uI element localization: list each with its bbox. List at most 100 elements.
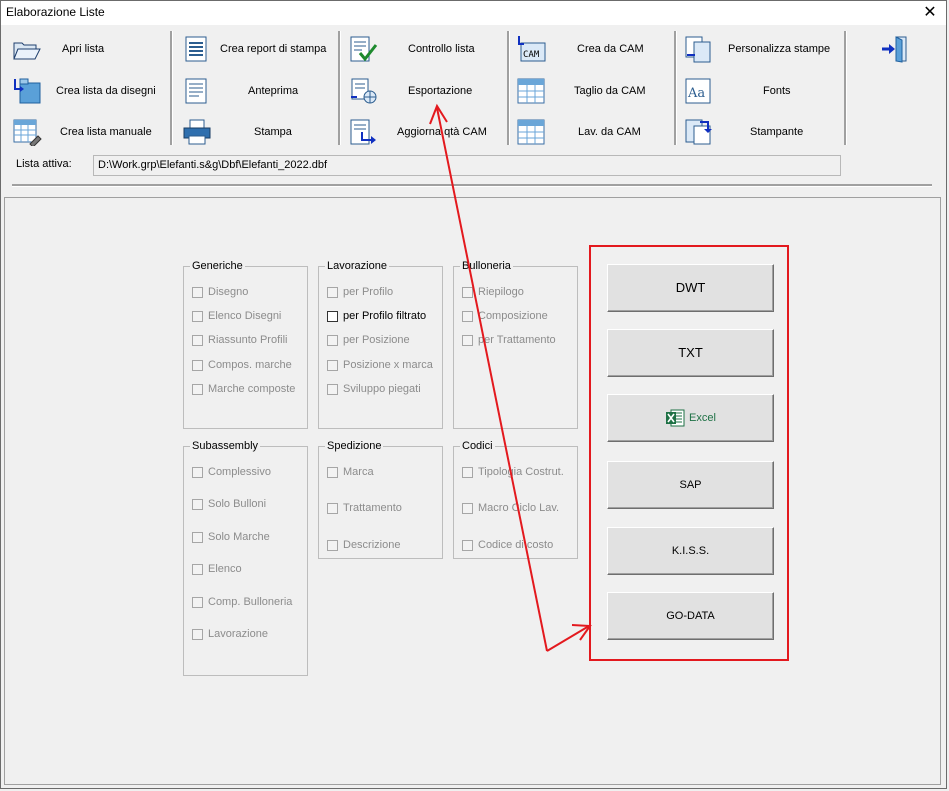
- checkbox-box[interactable]: [462, 539, 473, 551]
- checkbox-solo-marche[interactable]: Solo Marche: [192, 531, 270, 545]
- checkbox-box[interactable]: [462, 466, 473, 478]
- checkbox-marche-composte[interactable]: Marche composte: [192, 383, 295, 397]
- checkbox-per-trattamento[interactable]: per Trattamento: [462, 334, 556, 348]
- lav-da-cam-label: Lav. da CAM: [578, 126, 641, 138]
- checkbox-box[interactable]: [327, 383, 338, 395]
- txt-button[interactable]: TXT: [607, 329, 774, 377]
- group-title: Generiche: [190, 260, 245, 272]
- crea-lista-da-disegni-button[interactable]: Crea lista da disegni: [4, 73, 164, 109]
- checkbox-label: per Profilo: [343, 286, 394, 298]
- checkbox-box[interactable]: [462, 334, 473, 346]
- checkbox-riassunto-profili[interactable]: Riassunto Profili: [192, 334, 287, 348]
- stampante-button[interactable]: Stampante: [676, 114, 841, 150]
- group-lavorazione: Lavorazione per Profilo per Profilo filt…: [318, 260, 443, 429]
- group-spedizione: Spedizione Marca Trattamento Descrizione: [318, 440, 443, 559]
- checkbox-per-profilo[interactable]: per Profilo: [327, 286, 393, 300]
- stampa-button[interactable]: Stampa: [174, 114, 334, 150]
- taglio-da-cam-button[interactable]: Taglio da CAM: [508, 73, 673, 109]
- checkbox-label: Lavorazione: [208, 628, 268, 640]
- printer-icon: [183, 119, 211, 145]
- checkbox-box[interactable]: [192, 383, 203, 395]
- sap-button[interactable]: SAP: [607, 461, 774, 509]
- personalizza-stampe-label: Personalizza stampe: [728, 43, 831, 55]
- checkbox-box[interactable]: [192, 334, 203, 346]
- checkbox-per-posizione[interactable]: per Posizione: [327, 334, 410, 348]
- checkbox-riepilogo[interactable]: Riepilogo: [462, 286, 524, 300]
- checkbox-lavorazione[interactable]: Lavorazione: [192, 628, 268, 642]
- checkbox-box[interactable]: [192, 286, 203, 298]
- checkbox-compos-marche[interactable]: Compos. marche: [192, 359, 292, 373]
- checkbox-posizione-x-marca[interactable]: Posizione x marca: [327, 359, 433, 373]
- checkbox-box[interactable]: [192, 498, 203, 510]
- fonts-button[interactable]: Aa Fonts: [676, 73, 841, 109]
- checkbox-box[interactable]: [327, 286, 338, 298]
- controllo-lista-button[interactable]: Controllo lista: [340, 31, 505, 67]
- checkbox-box[interactable]: [327, 502, 338, 514]
- checkbox-box[interactable]: [192, 310, 203, 322]
- apri-lista-label: Apri lista: [62, 43, 105, 55]
- crea-lista-manuale-button[interactable]: Crea lista manuale: [4, 114, 164, 150]
- checkbox-box[interactable]: [192, 563, 203, 575]
- excel-label: Excel: [689, 412, 716, 425]
- grid-pencil-icon: [13, 119, 42, 146]
- checkbox-elenco[interactable]: Elenco: [192, 563, 242, 577]
- fonts-label: Fonts: [763, 85, 791, 97]
- checkbox-label: Trattamento: [343, 502, 402, 514]
- crea-report-di-stampa-button[interactable]: Crea report di stampa: [174, 31, 334, 67]
- dwt-button[interactable]: DWT: [607, 264, 774, 312]
- report-list-icon: [185, 36, 207, 62]
- checkbox-box[interactable]: [192, 359, 203, 371]
- checkbox-elenco-disegni[interactable]: Elenco Disegni: [192, 310, 281, 324]
- checkbox-per-profilo-filtrato[interactable]: per Profilo filtrato: [327, 310, 426, 324]
- group-title: Bulloneria: [460, 260, 513, 272]
- personalizza-stampe-button[interactable]: Personalizza stampe: [676, 31, 841, 67]
- checkbox-marca[interactable]: Marca: [327, 466, 374, 480]
- checkbox-box[interactable]: [462, 310, 473, 322]
- aggiorna-qta-cam-button[interactable]: Aggiorna qtà CAM: [340, 114, 505, 150]
- checkbox-trattamento[interactable]: Trattamento: [327, 502, 402, 516]
- checkbox-box[interactable]: [327, 334, 338, 346]
- checkbox-tipologia-costrut[interactable]: Tipologia Costrut.: [462, 466, 564, 480]
- checkbox-macro-ciclo-lav[interactable]: Macro Ciclo Lav.: [462, 502, 559, 516]
- printer-arrow-icon: [685, 119, 712, 145]
- checkbox-solo-bulloni[interactable]: Solo Bulloni: [192, 498, 266, 512]
- checkbox-descrizione[interactable]: Descrizione: [327, 539, 400, 553]
- exit-door-icon: [882, 36, 907, 63]
- checkbox-composizione[interactable]: Composizione: [462, 310, 548, 324]
- checkbox-box[interactable]: [327, 466, 338, 478]
- checkbox-sviluppo-piegati[interactable]: Sviluppo piegati: [327, 383, 421, 397]
- checkbox-comp-bulloneria[interactable]: Comp. Bulloneria: [192, 596, 292, 610]
- checkbox-box[interactable]: [462, 286, 473, 298]
- checkbox-label: per Profilo filtrato: [343, 310, 427, 322]
- checkbox-box[interactable]: [327, 310, 338, 322]
- lista-attiva-field[interactable]: D:\Work.grp\Elefanti.s&g\Dbf\Elefanti_20…: [93, 155, 841, 176]
- checkbox-label: Marca: [343, 466, 374, 478]
- crea-da-cam-button[interactable]: CAM Crea da CAM: [508, 31, 673, 67]
- checkbox-box[interactable]: [192, 531, 203, 543]
- kiss-button[interactable]: K.I.S.S.: [607, 527, 774, 575]
- lav-da-cam-button[interactable]: Lav. da CAM: [508, 114, 673, 150]
- checkbox-box[interactable]: [192, 466, 203, 478]
- checkbox-label: Complessivo: [208, 466, 271, 478]
- go-data-button[interactable]: GO-DATA: [607, 592, 774, 640]
- close-button[interactable]: ✕: [915, 2, 945, 24]
- checkbox-box[interactable]: [327, 359, 338, 371]
- folder-arrow-icon: [14, 78, 41, 104]
- anteprima-button[interactable]: Anteprima: [174, 73, 334, 109]
- checkbox-box[interactable]: [327, 539, 338, 551]
- group-subassembly: Subassembly Complessivo Solo Bulloni Sol…: [183, 440, 308, 676]
- checkbox-box[interactable]: [192, 628, 203, 640]
- controllo-lista-label: Controllo lista: [408, 43, 475, 55]
- checkbox-codice-di-costo[interactable]: Codice di costo: [462, 539, 553, 553]
- apri-lista-button[interactable]: Apri lista: [4, 31, 164, 67]
- exit-button[interactable]: [872, 31, 916, 67]
- group-codici: Codici Tipologia Costrut. Macro Ciclo La…: [453, 440, 578, 559]
- checkbox-box[interactable]: [192, 596, 203, 608]
- checkbox-complessivo[interactable]: Complessivo: [192, 466, 271, 480]
- crea-lista-manuale-label: Crea lista manuale: [60, 126, 152, 138]
- checkbox-disegno[interactable]: Disegno: [192, 286, 248, 300]
- checkbox-box[interactable]: [462, 502, 473, 514]
- excel-button[interactable]: Excel: [607, 394, 774, 442]
- document-icon: [185, 78, 207, 104]
- esportazione-button[interactable]: Esportazione: [340, 73, 505, 109]
